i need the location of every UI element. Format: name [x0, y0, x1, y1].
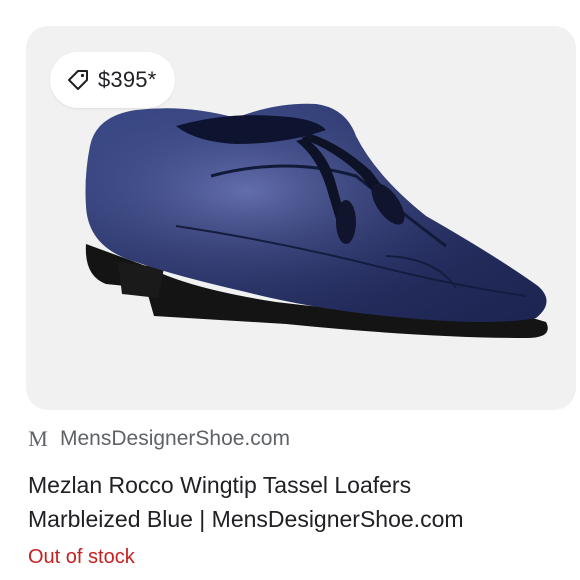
source-name[interactable]: MensDesignerShoe.com [60, 427, 290, 451]
product-title-line-1: Mezlan Rocco Wingtip Tassel Loafers [28, 472, 412, 498]
price-badge: $395* [50, 52, 175, 108]
product-title-line-2: Marbleized Blue | MensDesignerShoe.com [28, 506, 464, 532]
price-text: $395* [98, 67, 157, 92]
site-favicon-icon: M [28, 426, 48, 451]
stock-status: Out of stock [28, 546, 135, 568]
source-row[interactable]: M MensDesignerShoe.com [28, 424, 290, 454]
product-title[interactable]: Mezlan Rocco Wingtip Tassel Loafers Marb… [28, 468, 568, 536]
tag-icon [68, 70, 88, 90]
